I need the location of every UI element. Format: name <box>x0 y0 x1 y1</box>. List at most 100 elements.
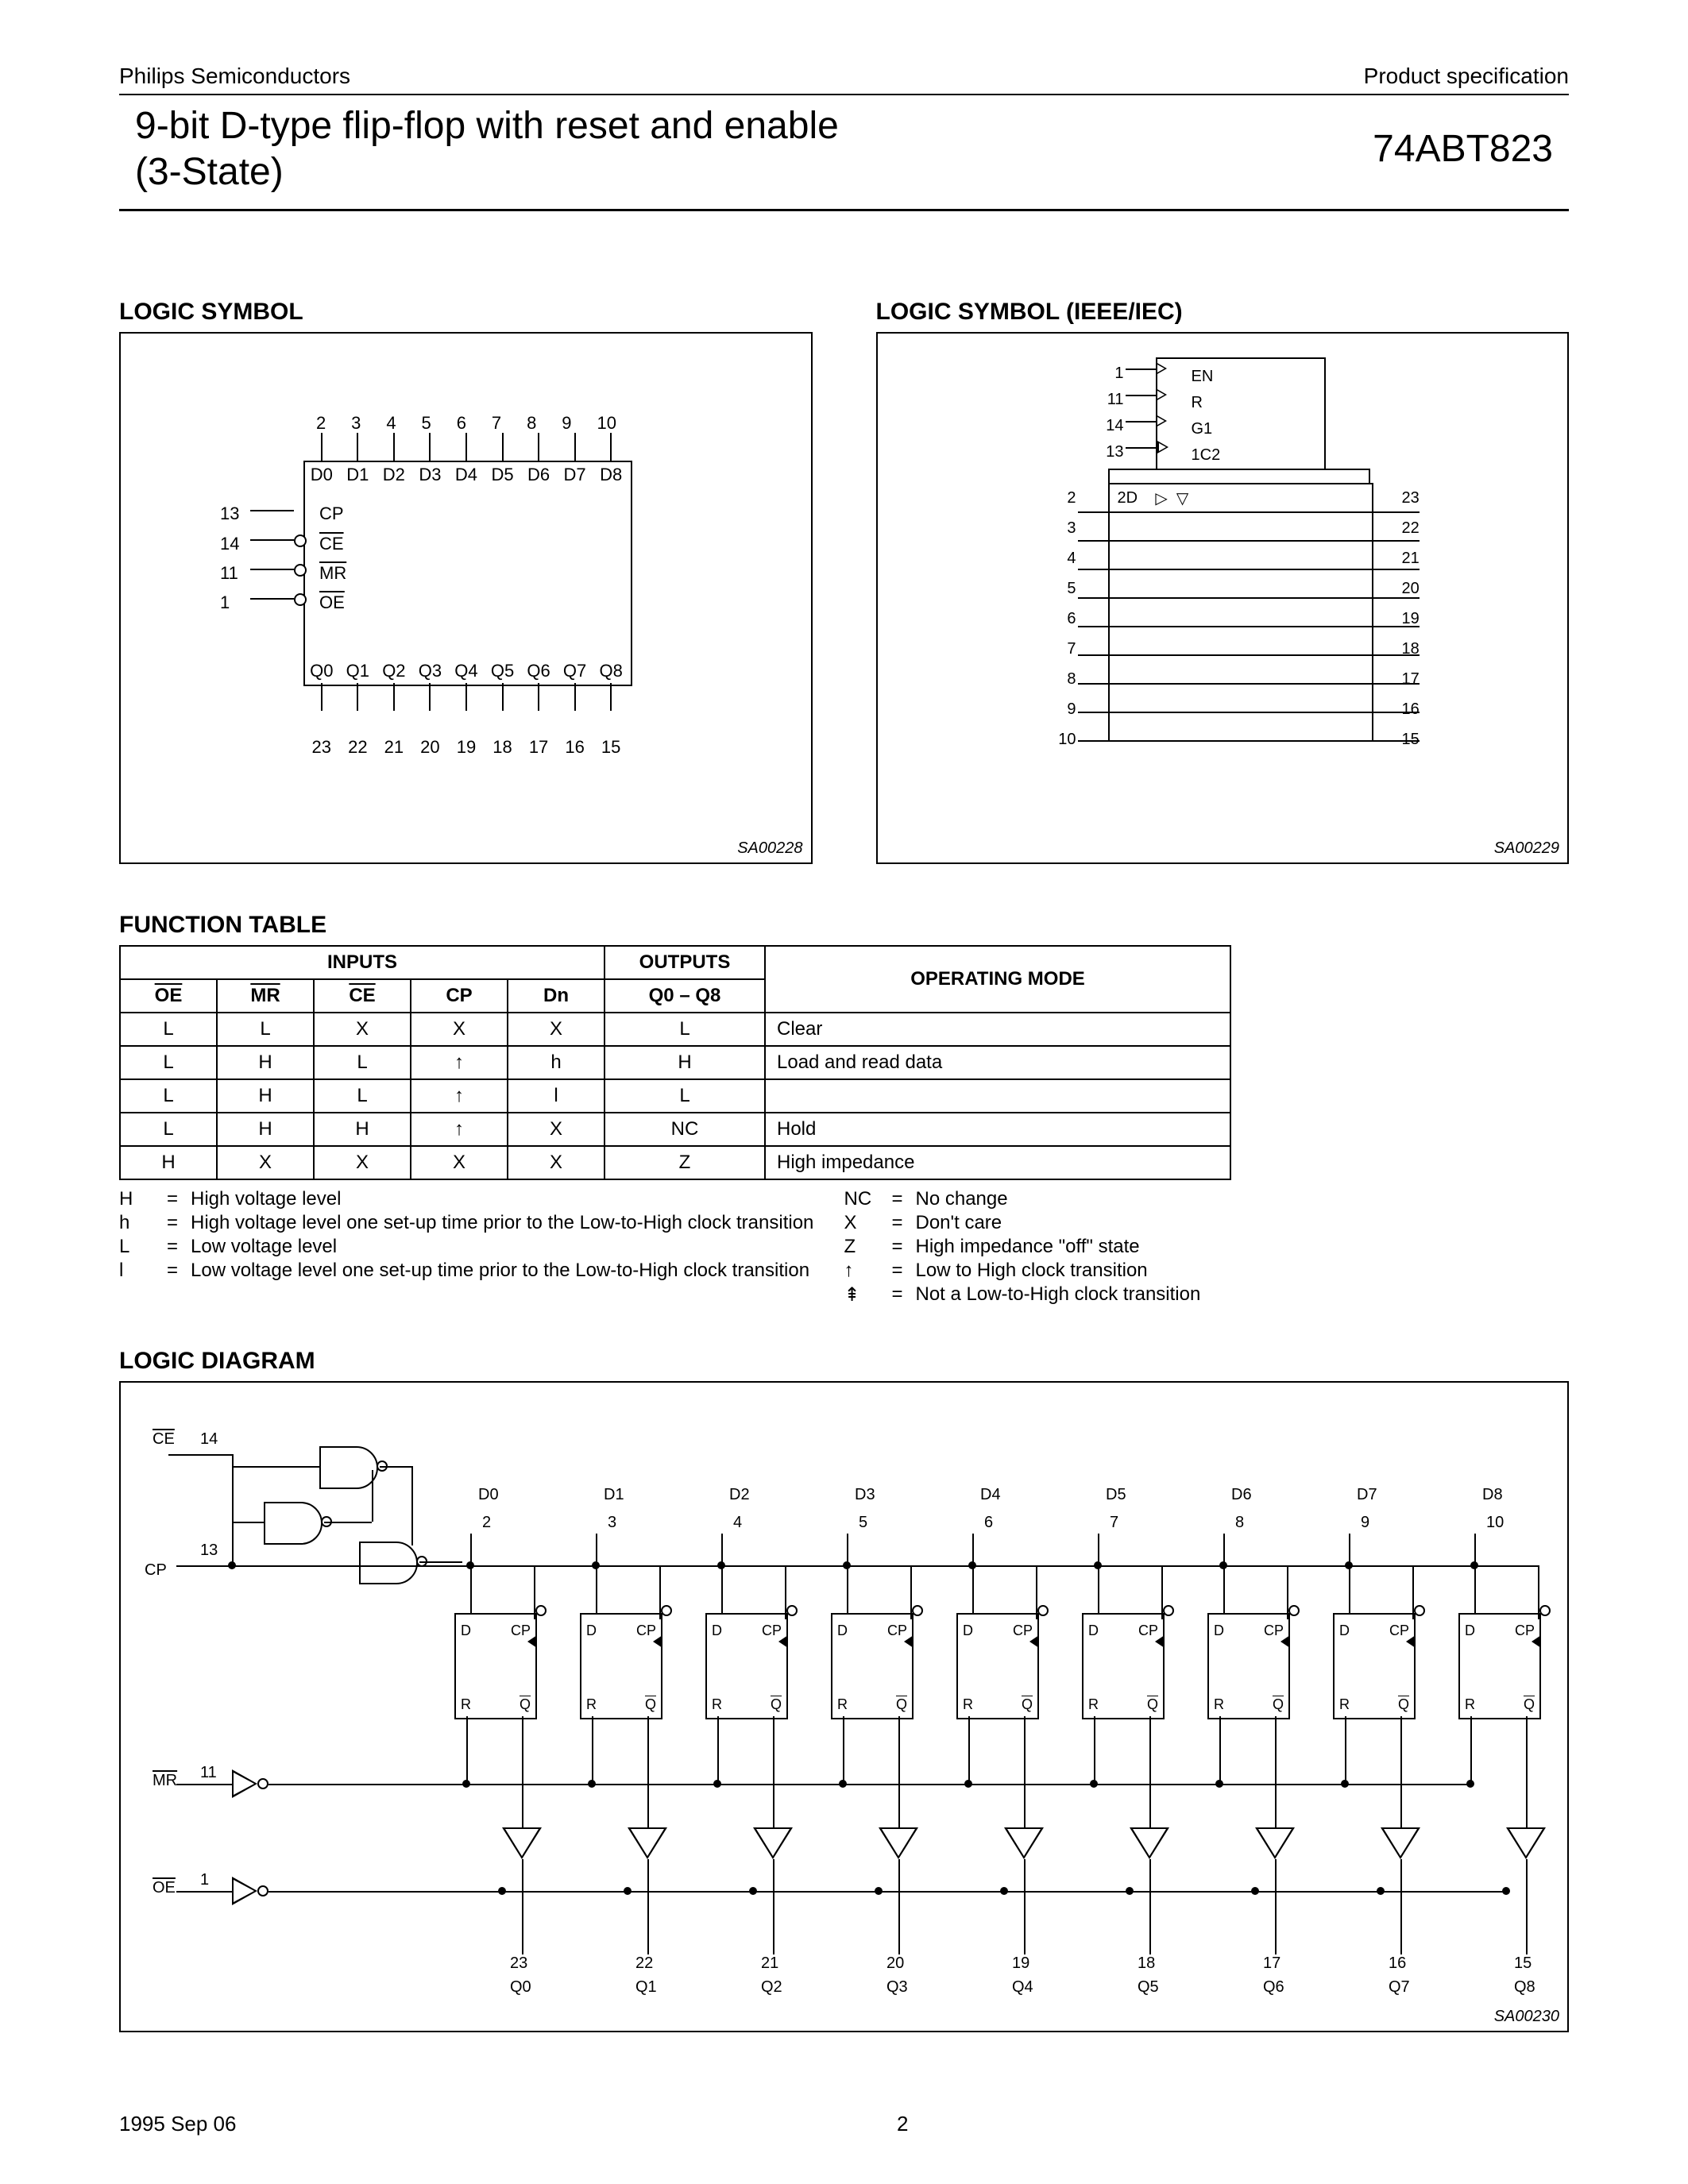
legend-row: l=Low voltage level one set-up time prio… <box>119 1260 844 1282</box>
pin-number: 20 <box>886 1954 904 1973</box>
nand-gate <box>359 1542 418 1584</box>
legend-symbol: H <box>119 1188 167 1210</box>
pin-number: 2 <box>316 413 326 434</box>
logic-symbol-figure: SA00228 2345678910D0D1D2D3D4D5D6D7D8Q0Q1… <box>119 332 813 864</box>
pin-number: 21 <box>761 1954 778 1973</box>
datasheet-page: Philips Semiconductors Product specifica… <box>0 0 1688 2184</box>
table-cell: X <box>411 1146 508 1179</box>
flip-flop: DCPRQ <box>1333 1613 1416 1719</box>
tristate-buffer <box>753 1827 793 1859</box>
table-cell: l <box>508 1079 605 1113</box>
d-label: D5 <box>1106 1486 1126 1504</box>
table-cell <box>765 1079 1230 1113</box>
pin-number: 2 <box>482 1514 491 1532</box>
table-cell: H <box>314 1113 411 1146</box>
pin-number: 17 <box>529 737 548 758</box>
pin-number: 14 <box>200 1430 218 1449</box>
pin-number: 15 <box>1514 1954 1532 1973</box>
doc-type: Product specification <box>1364 64 1569 89</box>
pin-number: 11 <box>1092 387 1124 413</box>
pin-number: 15 <box>1402 731 1434 761</box>
pin-number: 19 <box>1012 1954 1029 1973</box>
legend-row: h=High voltage level one set-up time pri… <box>119 1212 844 1234</box>
ieee-ctrl-label: R <box>1192 390 1221 416</box>
table-cell: ↑ <box>411 1113 508 1146</box>
flip-flop: DCPRQ <box>1082 1613 1165 1719</box>
pin-label: D6 <box>527 465 550 485</box>
d-label: D4 <box>980 1486 1001 1504</box>
pin-number: 5 <box>422 413 431 434</box>
pin-label: Q0 <box>310 661 333 681</box>
pin-number: 9 <box>1361 1514 1369 1532</box>
figure-id: SA00228 <box>737 839 802 858</box>
ieee-data-row: 2D ▷ ▽ <box>1110 484 1372 513</box>
pin-number: 19 <box>457 737 476 758</box>
pin-number: 1 <box>200 1871 209 1889</box>
function-table-section: FUNCTION TABLE INPUTSOUTPUTSOPERATING MO… <box>119 912 1569 1308</box>
pin-number: 4 <box>733 1514 742 1532</box>
table-cell: L <box>120 1079 217 1113</box>
pin-number: 6 <box>1045 610 1076 640</box>
input-label: CP <box>145 1561 167 1580</box>
table-cell: NC <box>605 1113 765 1146</box>
q-label: Q3 <box>886 1978 908 1997</box>
page-footer: 1995 Sep 06 2 <box>119 2112 1569 2136</box>
figure-id: SA00229 <box>1494 839 1559 858</box>
pin-number: 21 <box>1402 550 1434 580</box>
flip-flop: DCPRQ <box>454 1613 537 1719</box>
tristate-buffer <box>1130 1827 1169 1859</box>
pin-number: 16 <box>1389 1954 1406 1973</box>
d-label: D0 <box>478 1486 499 1504</box>
legend-definition: Don't care <box>916 1212 1002 1234</box>
legend-row: X=Don't care <box>844 1212 1570 1234</box>
table-cell: Hold <box>765 1113 1230 1146</box>
table-header: INPUTS <box>120 946 605 979</box>
pin-number: 7 <box>1045 640 1076 670</box>
part-number: 74ABT823 <box>1373 127 1569 171</box>
pin-number: 20 <box>420 737 439 758</box>
legend-symbol: ↑ <box>844 1260 892 1282</box>
table-cell: Clear <box>765 1013 1230 1046</box>
q-label: Q8 <box>1514 1978 1535 1997</box>
q-label: Q7 <box>1389 1978 1410 1997</box>
section-logic-symbol: LOGIC SYMBOL <box>119 299 813 326</box>
legend-definition: High voltage level <box>191 1188 341 1210</box>
pin-label: Q3 <box>419 661 442 681</box>
pin-label: D2 <box>383 465 405 485</box>
pin-number: 2 <box>1045 489 1076 519</box>
symbol-row: LOGIC SYMBOL SA00228 2345678910D0D1D2D3D… <box>119 299 1569 864</box>
pin-number: 6 <box>457 413 466 434</box>
table-cell: L <box>605 1079 765 1113</box>
d-label: D3 <box>855 1486 875 1504</box>
legend-definition: High impedance "off" state <box>916 1236 1140 1258</box>
legend-symbol: L <box>119 1236 167 1258</box>
legend-row: H=High voltage level <box>119 1188 844 1210</box>
logic-diagram-figure: SA00230 D02DCPRQ23Q0D13DCPRQ22Q1D24DCPRQ… <box>119 1381 1569 2032</box>
table-header: MR <box>217 979 314 1013</box>
table-cell: L <box>120 1013 217 1046</box>
pin-label: Q4 <box>454 661 477 681</box>
pin-number: 1 <box>220 588 239 617</box>
table-cell: X <box>314 1013 411 1046</box>
logic-diagram-section: LOGIC DIAGRAM SA00230 D02DCPRQ23Q0D13DCP… <box>119 1348 1569 2032</box>
section-logic-symbol-ieee: LOGIC SYMBOL (IEEE/IEC) <box>876 299 1570 326</box>
flip-flop: DCPRQ <box>1207 1613 1290 1719</box>
pin-number: 5 <box>859 1514 867 1532</box>
pin-number: 6 <box>984 1514 993 1532</box>
legend-symbol: X <box>844 1212 892 1234</box>
pin-label: Q6 <box>527 661 550 681</box>
pin-number: 7 <box>1110 1514 1118 1532</box>
pin-label: CE <box>319 529 346 558</box>
pin-label: Q7 <box>563 661 586 681</box>
pin-number: 23 <box>312 737 331 758</box>
pin-number: 15 <box>601 737 620 758</box>
pin-label: Q2 <box>382 661 405 681</box>
table-cell: X <box>411 1013 508 1046</box>
function-table: INPUTSOUTPUTSOPERATING MODEOEMRCECPDnQ0 … <box>119 945 1231 1180</box>
pin-number: 3 <box>351 413 361 434</box>
table-cell: H <box>120 1146 217 1179</box>
table-cell: High impedance <box>765 1146 1230 1179</box>
nand-gate <box>319 1446 378 1489</box>
flip-flop: DCPRQ <box>580 1613 662 1719</box>
pin-number: 18 <box>1138 1954 1155 1973</box>
